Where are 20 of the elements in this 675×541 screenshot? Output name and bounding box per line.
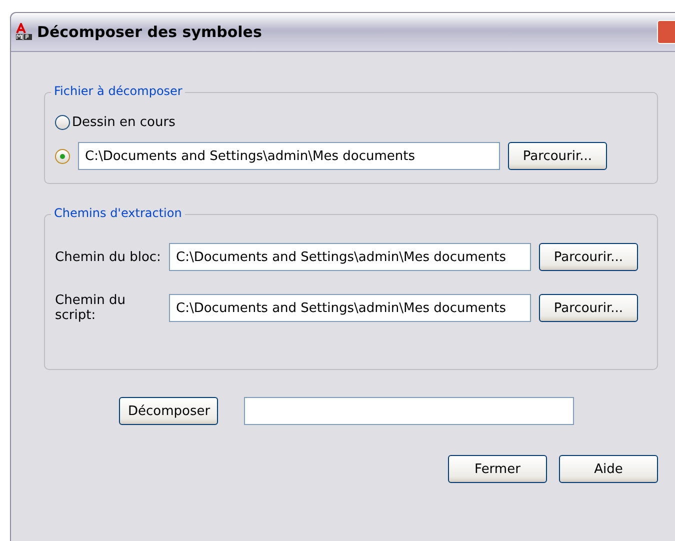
browse-button[interactable]: Parcourir... [508,142,607,170]
group-title: Fichier à décomposer [51,84,186,98]
path-field[interactable]: C:\Documents and Settings\admin\Mes documents [169,294,531,322]
path-field[interactable]: C:\Documents and Settings\admin\Mes documents [169,243,531,271]
status-field[interactable] [244,397,574,425]
browse-button[interactable]: Parcourir... [539,294,638,322]
radio-label[interactable]: Dessin en cours [72,115,176,130]
radio-button[interactable] [55,148,70,164]
app-logo-icon [15,23,33,41]
decompose-button[interactable]: Décomposer [119,397,218,425]
group-title: Chemins d'extraction [51,206,185,220]
radio-button[interactable] [55,115,70,130]
field-label: Chemin du bloc: [55,250,161,264]
dialog-button[interactable]: Aide [559,455,658,483]
file-path-field[interactable]: C:\Documents and Settings\admin\Mes documents [78,142,500,170]
close-button[interactable] [657,20,675,44]
browse-button[interactable]: Parcourir... [539,243,638,271]
window-title: Décomposer des symboles [37,23,263,41]
field-label: Chemin du script: [55,293,126,323]
dialog-button[interactable]: Fermer [448,455,547,483]
